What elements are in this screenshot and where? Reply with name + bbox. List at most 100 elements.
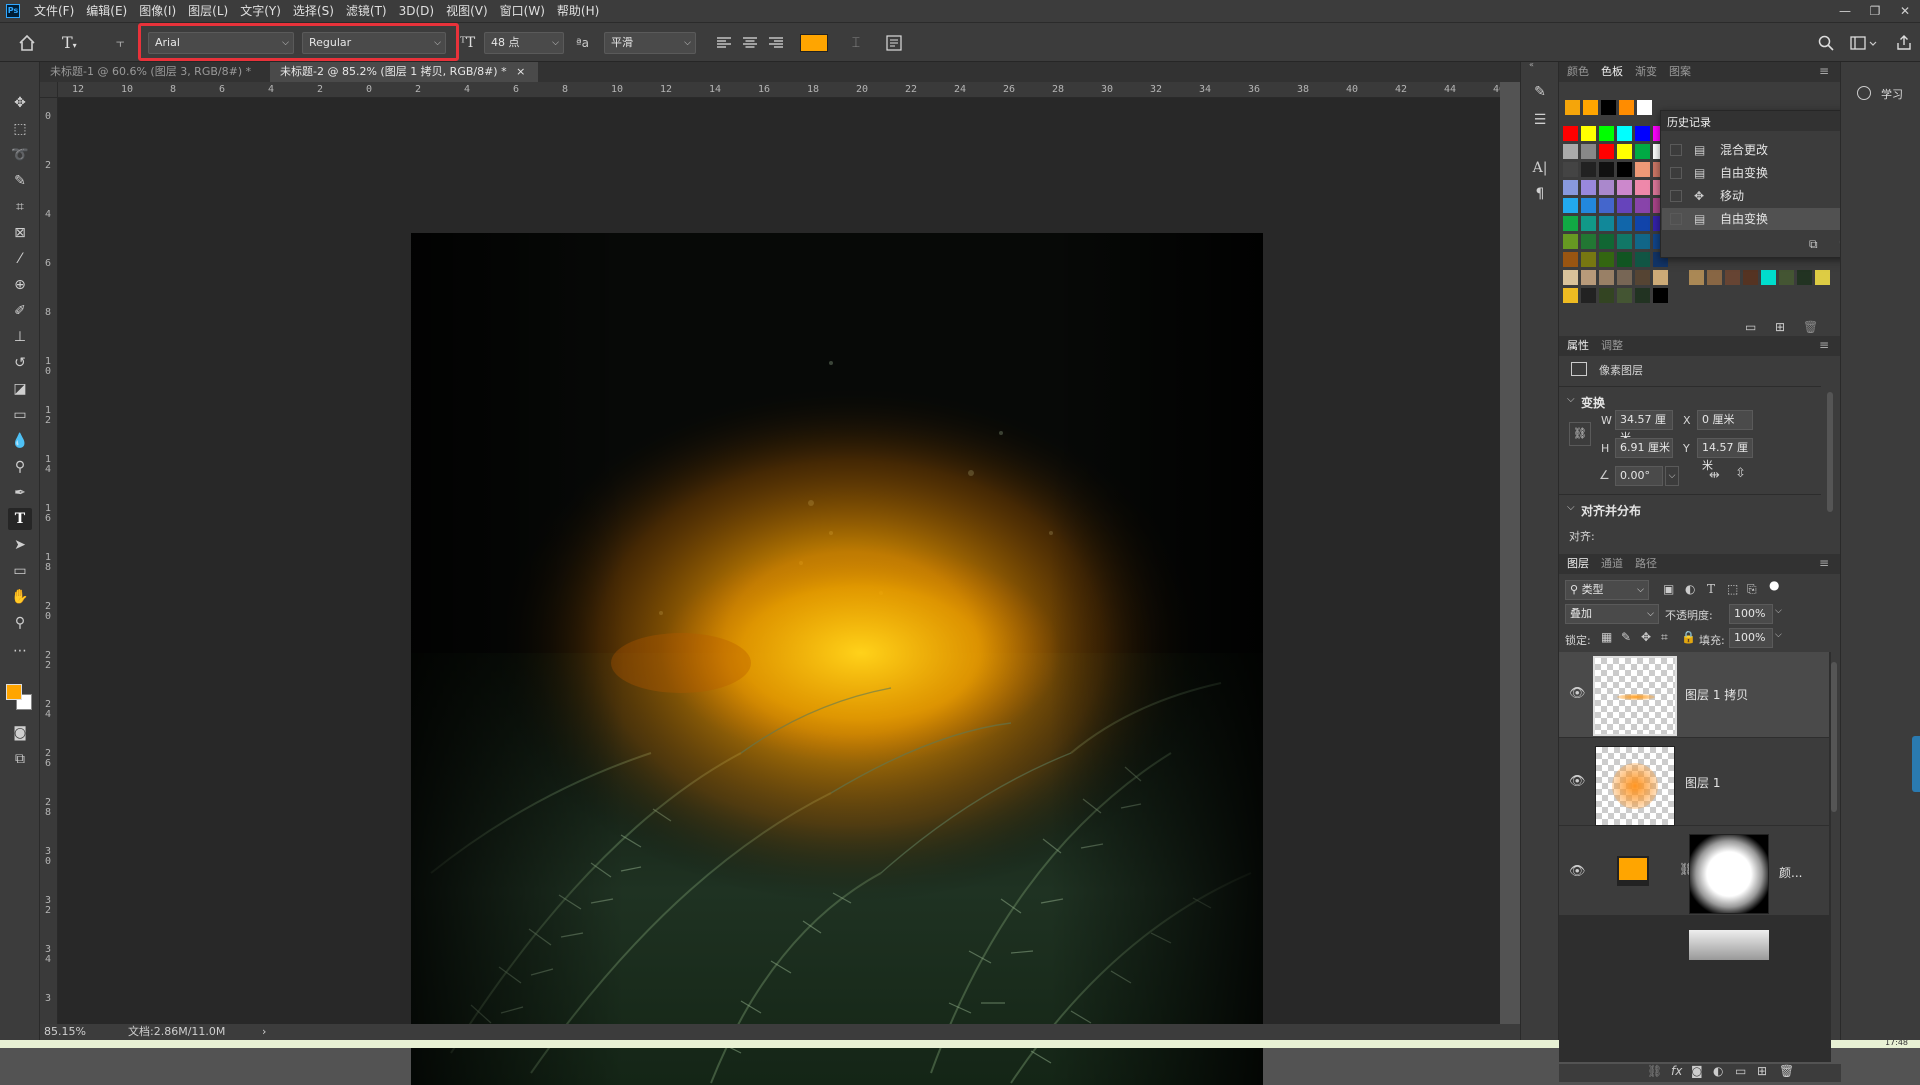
filter-type-icon[interactable]: T bbox=[1707, 582, 1715, 596]
swatch[interactable] bbox=[1563, 198, 1578, 213]
pen-tool-icon[interactable]: ✒ bbox=[8, 482, 32, 504]
history-checkbox[interactable] bbox=[1670, 213, 1682, 225]
swatch[interactable] bbox=[1635, 198, 1650, 213]
tab-layers[interactable]: 图层 bbox=[1567, 554, 1589, 574]
filter-adjustment-icon[interactable]: ◐ bbox=[1685, 582, 1695, 596]
swatch[interactable] bbox=[1707, 270, 1722, 285]
swatch[interactable] bbox=[1635, 144, 1650, 159]
swatch[interactable] bbox=[1599, 252, 1614, 267]
swatch[interactable] bbox=[1581, 216, 1596, 231]
chevron-down-icon[interactable]: ⌵ bbox=[1567, 394, 1575, 405]
swatch[interactable] bbox=[1725, 270, 1740, 285]
character-panel-icon[interactable] bbox=[884, 32, 904, 54]
tab-swatches[interactable]: 色板 bbox=[1601, 62, 1623, 82]
fx-icon[interactable]: fx bbox=[1671, 1064, 1682, 1078]
lock-artboard-icon[interactable]: ⌗ bbox=[1661, 630, 1668, 645]
link-layers-icon[interactable]: ⛓ bbox=[1647, 1064, 1662, 1078]
swatch[interactable] bbox=[1617, 198, 1632, 213]
chevron-down-icon[interactable]: ⌵ bbox=[1665, 466, 1679, 486]
tab-gradients[interactable]: 渐变 bbox=[1635, 62, 1657, 82]
lock-pixels-icon[interactable]: ✎ bbox=[1621, 630, 1631, 644]
workspace-icon[interactable] bbox=[1848, 32, 1882, 54]
menu-help[interactable]: 帮助(H) bbox=[551, 0, 605, 22]
panel-menu-icon[interactable]: ≡ bbox=[1819, 64, 1829, 78]
align-center-button[interactable] bbox=[740, 32, 760, 54]
new-swatch-icon[interactable]: ⊞ bbox=[1775, 320, 1785, 334]
link-dimensions-icon[interactable]: ⛓ bbox=[1569, 422, 1591, 446]
swatch[interactable] bbox=[1635, 252, 1650, 267]
layer-name[interactable]: 图层 1 拷贝 bbox=[1685, 686, 1748, 703]
character-icon[interactable]: A| bbox=[1528, 158, 1552, 178]
swatch[interactable] bbox=[1599, 216, 1614, 231]
new-document-from-state-icon[interactable]: ⧉ bbox=[1809, 237, 1818, 252]
tab-properties[interactable]: 属性 bbox=[1567, 336, 1589, 356]
swatch[interactable] bbox=[1563, 288, 1578, 303]
layer-row-partial[interactable] bbox=[1689, 930, 1769, 960]
filter-pixel-icon[interactable]: ▣ bbox=[1663, 582, 1674, 596]
recent-swatch[interactable] bbox=[1637, 100, 1652, 115]
y-field[interactable]: 14.57 厘米 bbox=[1697, 438, 1753, 472]
layer-row[interactable]: 👁 ⛓ 颜... bbox=[1559, 826, 1829, 916]
x-field[interactable]: 0 厘米 bbox=[1697, 410, 1753, 430]
swatch[interactable] bbox=[1617, 234, 1632, 249]
swatch[interactable] bbox=[1581, 252, 1596, 267]
status-arrow-icon[interactable]: › bbox=[262, 1024, 266, 1040]
move-tool-icon[interactable]: ✥ bbox=[8, 92, 32, 114]
filter-toggle-icon[interactable]: ● bbox=[1769, 578, 1779, 592]
swatch[interactable] bbox=[1635, 162, 1650, 177]
swatch[interactable] bbox=[1599, 270, 1614, 285]
swatch[interactable] bbox=[1635, 234, 1650, 249]
history-checkbox[interactable] bbox=[1670, 167, 1682, 179]
swatch[interactable] bbox=[1617, 288, 1632, 303]
swatch[interactable] bbox=[1581, 144, 1596, 159]
height-field[interactable]: 6.91 厘米 bbox=[1615, 438, 1673, 458]
swatch[interactable] bbox=[1617, 126, 1632, 141]
swatch[interactable] bbox=[1581, 162, 1596, 177]
swatch[interactable] bbox=[1689, 270, 1704, 285]
new-layer-icon[interactable]: ⊞ bbox=[1757, 1064, 1767, 1078]
home-icon[interactable] bbox=[16, 32, 40, 54]
visibility-eye-icon[interactable]: 👁 bbox=[1569, 864, 1586, 879]
properties-scrollbar[interactable] bbox=[1827, 392, 1833, 512]
swatch[interactable] bbox=[1599, 162, 1614, 177]
warp-text-icon[interactable]: ⌶ bbox=[846, 32, 866, 54]
learn-label[interactable]: 学习 bbox=[1881, 86, 1903, 102]
swatch[interactable] bbox=[1563, 216, 1578, 231]
recent-swatch[interactable] bbox=[1565, 100, 1580, 115]
swatch[interactable] bbox=[1581, 180, 1596, 195]
eraser-tool-icon[interactable]: ◪ bbox=[8, 378, 32, 400]
swatch[interactable] bbox=[1581, 126, 1596, 141]
magic-wand-tool-icon[interactable]: ✎ bbox=[8, 170, 32, 192]
swatch[interactable] bbox=[1581, 288, 1596, 303]
lasso-tool-icon[interactable]: ➰ bbox=[8, 144, 32, 166]
side-tab-indicator[interactable] bbox=[1912, 736, 1920, 792]
swatch[interactable] bbox=[1653, 288, 1668, 303]
swatch[interactable] bbox=[1563, 180, 1578, 195]
swatch[interactable] bbox=[1635, 288, 1650, 303]
swatch[interactable] bbox=[1599, 288, 1614, 303]
delete-layer-icon[interactable]: 🗑 bbox=[1779, 1064, 1794, 1078]
swatch[interactable] bbox=[1617, 216, 1632, 231]
swatch[interactable] bbox=[1599, 144, 1614, 159]
panel-menu-icon[interactable]: ≡ bbox=[1819, 338, 1829, 352]
doc-tab-2[interactable]: 未标题-2 @ 85.2% (图层 1 拷贝, RGB/8#) * × bbox=[270, 62, 538, 82]
minimize-button[interactable]: — bbox=[1830, 0, 1860, 22]
lock-all-icon[interactable]: 🔒 bbox=[1681, 630, 1696, 644]
menu-layer[interactable]: 图层(L) bbox=[182, 0, 234, 22]
menu-3d[interactable]: 3D(D) bbox=[393, 0, 440, 22]
more-tools-icon[interactable]: ⋯ bbox=[8, 640, 32, 662]
paragraph-icon[interactable]: ¶ bbox=[1528, 184, 1552, 204]
swatch[interactable] bbox=[1635, 270, 1650, 285]
new-group-icon[interactable]: ▭ bbox=[1745, 320, 1756, 334]
share-icon[interactable] bbox=[1894, 32, 1914, 54]
menu-view[interactable]: 视图(V) bbox=[440, 0, 494, 22]
swatch[interactable] bbox=[1563, 234, 1578, 249]
eyedropper-tool-icon[interactable]: ⁄ bbox=[8, 248, 32, 270]
text-tool-preset-icon[interactable]: T▾ bbox=[62, 32, 96, 54]
menu-type[interactable]: 文字(Y) bbox=[234, 0, 287, 22]
align-right-button[interactable] bbox=[766, 32, 786, 54]
tab-channels[interactable]: 通道 bbox=[1601, 554, 1623, 574]
layer-row[interactable]: 👁 图层 1 拷贝 bbox=[1559, 652, 1829, 738]
chevron-down-icon[interactable]: ⌵ bbox=[1775, 630, 1782, 640]
swatch[interactable] bbox=[1563, 270, 1578, 285]
